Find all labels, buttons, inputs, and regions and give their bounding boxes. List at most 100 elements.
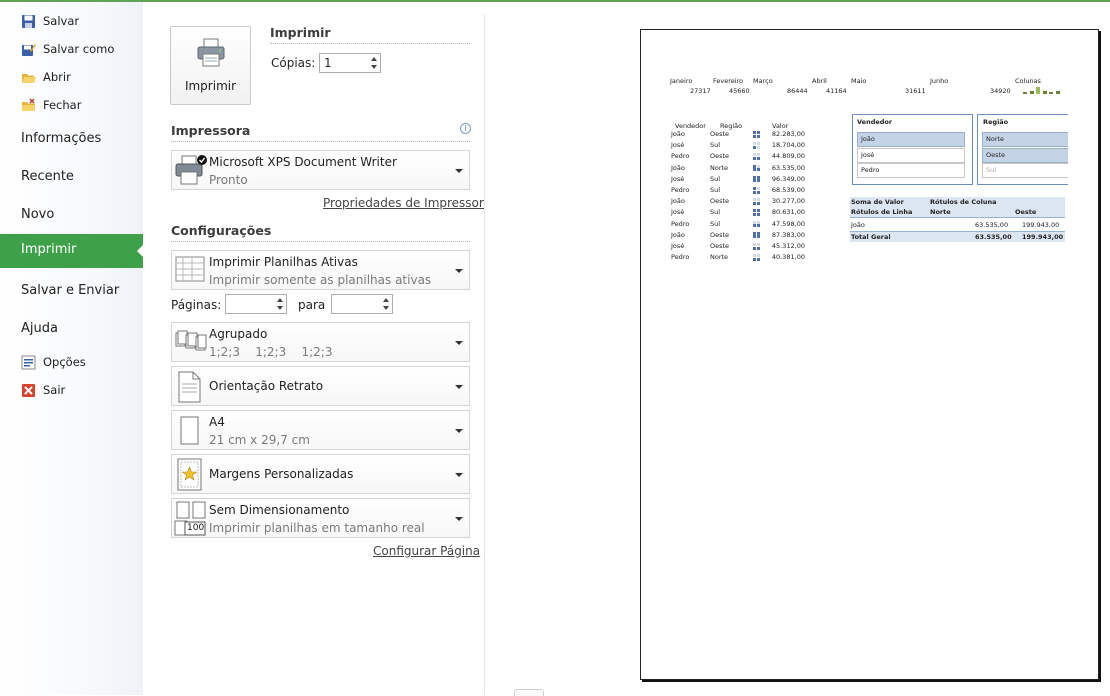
table-cell-vendedor: Pedro xyxy=(671,186,690,194)
slicer-item[interactable]: Norte xyxy=(982,132,1068,147)
slicer-item[interactable]: Oeste xyxy=(982,147,1068,163)
info-icon[interactable]: i xyxy=(460,123,471,134)
month-value: 27317 xyxy=(690,87,711,95)
month-header: Maio xyxy=(851,77,867,85)
table-cell-vendedor: José xyxy=(671,208,685,217)
table-cell-regiao: Sul xyxy=(710,186,721,194)
table-cell-vendedor: João xyxy=(671,163,685,172)
sidebar-item-salvar-e-enviar[interactable]: Salvar e Enviar xyxy=(21,279,119,301)
slicer-item[interactable]: José xyxy=(857,147,965,163)
table-cell-valor: 30.277,00 xyxy=(771,197,805,206)
table-cell-vendedor: José xyxy=(671,174,685,183)
divider xyxy=(171,241,470,242)
table-cell-valor: 18.704,00 xyxy=(771,141,805,150)
month-header: Fevereiro xyxy=(713,77,744,85)
table-cell-vendedor: João xyxy=(671,230,685,239)
table-cell-valor: 80.631,00 xyxy=(771,208,805,217)
slicer-item-label: José xyxy=(861,150,875,159)
pivot-cell: 199.943,00 xyxy=(1022,221,1060,229)
sidebar-item-novo[interactable]: Novo xyxy=(21,203,54,225)
slicer-title: Região xyxy=(983,118,1009,126)
table-header: Região xyxy=(720,122,743,130)
table-cell-regiao: Oeste xyxy=(710,197,730,206)
sparkline-bar xyxy=(1049,91,1053,94)
collate-dropdown[interactable]: Agrupado 1;2;3 1;2;3 1;2;3 xyxy=(171,322,470,362)
icon-set-indicator-icon xyxy=(753,131,761,138)
slicer-item-label: Sul xyxy=(986,166,997,174)
pivot-cell: Oeste xyxy=(1015,208,1037,216)
slicer-item-label: Norte xyxy=(986,135,1005,143)
print-button[interactable]: Imprimir xyxy=(170,26,251,105)
printer-status: Pronto xyxy=(209,173,248,187)
stepper-down-icon[interactable] xyxy=(277,306,283,310)
paper-size-dropdown[interactable]: A4 21 cm x 29,7 cm xyxy=(171,410,470,450)
table-cell-valor: 87.383,00 xyxy=(771,230,805,239)
printer-icon xyxy=(196,38,226,68)
page-setup-link[interactable]: Configurar Página xyxy=(373,544,480,558)
pivot-cell: Soma de Valor xyxy=(851,198,904,206)
collate-subtitle: 1;2;3 1;2;3 1;2;3 xyxy=(209,345,333,359)
scaling-dropdown[interactable]: 100 Sem Dimensionamento Imprimir planilh… xyxy=(171,498,470,538)
printer-properties-link[interactable]: Propriedades de Impressora xyxy=(323,196,491,210)
margins-dropdown[interactable]: Margens Personalizadas xyxy=(171,454,470,494)
divider xyxy=(171,141,470,142)
stepper-down-icon[interactable] xyxy=(371,65,377,69)
stepper-up-icon[interactable] xyxy=(277,298,283,302)
sidebar-item-salvar[interactable]: Salvar xyxy=(21,11,79,31)
sparkline-bar xyxy=(1055,91,1060,94)
sidebar-item-abrir[interactable]: Abrir xyxy=(21,67,71,87)
slicer-regiao[interactable]: Região Norte Oeste Sul xyxy=(977,114,1068,185)
stepper-up-icon[interactable] xyxy=(371,57,377,61)
table-cell-regiao: Norte xyxy=(710,253,729,262)
icon-set-indicator-icon xyxy=(753,187,761,194)
table-cell-vendedor: José xyxy=(671,242,685,250)
slicer-item-label: João xyxy=(861,135,875,143)
sidebar-item-label: Salvar xyxy=(43,14,80,28)
sidebar-item-fechar[interactable]: Fechar xyxy=(21,95,81,115)
orientation-title: Orientação Retrato xyxy=(209,379,324,393)
slicer-item[interactable]: João xyxy=(857,132,965,147)
sidebar-item-label: Abrir xyxy=(43,70,71,84)
sidebar-item-imprimir[interactable]: Imprimir xyxy=(0,234,145,268)
sidebar-item-ajuda[interactable]: Ajuda xyxy=(21,317,58,339)
printer-dropdown[interactable]: Microsoft XPS Document Writer Pronto xyxy=(171,150,470,190)
slicer-item[interactable]: Pedro xyxy=(857,163,965,178)
slicer-item[interactable]: Sul xyxy=(982,163,1068,178)
sidebar-item-sair[interactable]: Sair xyxy=(21,380,65,400)
slicer-vendedor[interactable]: Vendedor João José Pedro xyxy=(852,114,973,185)
sidebar-item-label: Sair xyxy=(43,383,66,397)
settings-heading: Configurações xyxy=(171,223,272,238)
sidebar-item-salvar-como[interactable]: Salvar como xyxy=(21,39,114,59)
sidebar-item-recente[interactable]: Recente xyxy=(21,165,74,187)
month-header: Janeiro xyxy=(670,77,693,85)
table-cell-valor: 96.349,00 xyxy=(771,174,805,183)
scaling-icon-text: 100 xyxy=(187,523,205,533)
month-header: Colunas xyxy=(1015,77,1041,85)
no-scaling-icon: 100 xyxy=(174,501,208,540)
sidebar-item-opcoes[interactable]: Opções xyxy=(21,352,86,372)
printer-icon xyxy=(175,153,207,190)
table-cell-valor: 44.809,00 xyxy=(771,152,805,161)
table-cell-valor: 82.283,00 xyxy=(771,130,805,138)
worksheet-icon xyxy=(175,256,205,287)
stepper-up-icon[interactable] xyxy=(383,298,389,302)
orientation-dropdown[interactable]: Orientação Retrato xyxy=(171,366,470,406)
icon-set-indicator-icon xyxy=(753,243,761,250)
pages-to-label: para xyxy=(298,298,326,312)
sidebar-item-informacoes[interactable]: Informações xyxy=(21,127,101,149)
sidebar-item-label: Fechar xyxy=(43,98,82,112)
pages-from-stepper[interactable] xyxy=(225,294,287,314)
print-scope-dropdown[interactable]: Imprimir Planilhas Ativas Imprimir somen… xyxy=(171,250,470,290)
copies-stepper[interactable]: 1 xyxy=(319,53,381,73)
chevron-down-icon xyxy=(455,473,463,477)
table-cell-regiao: Sul xyxy=(710,219,721,228)
table-cell-vendedor: José xyxy=(671,141,685,150)
pages-to-stepper[interactable] xyxy=(331,294,393,314)
table-cell-regiao: Oeste xyxy=(710,230,730,239)
sidebar-item-label: Imprimir xyxy=(21,242,77,257)
scaling-title: Sem Dimensionamento xyxy=(209,503,350,517)
chevron-down-icon xyxy=(455,517,463,521)
preview-page: Janeiro Fevereiro Março Abril Maio Junho… xyxy=(640,29,1099,680)
table-cell-valor: 40.381,00 xyxy=(771,253,805,262)
stepper-down-icon[interactable] xyxy=(383,306,389,310)
